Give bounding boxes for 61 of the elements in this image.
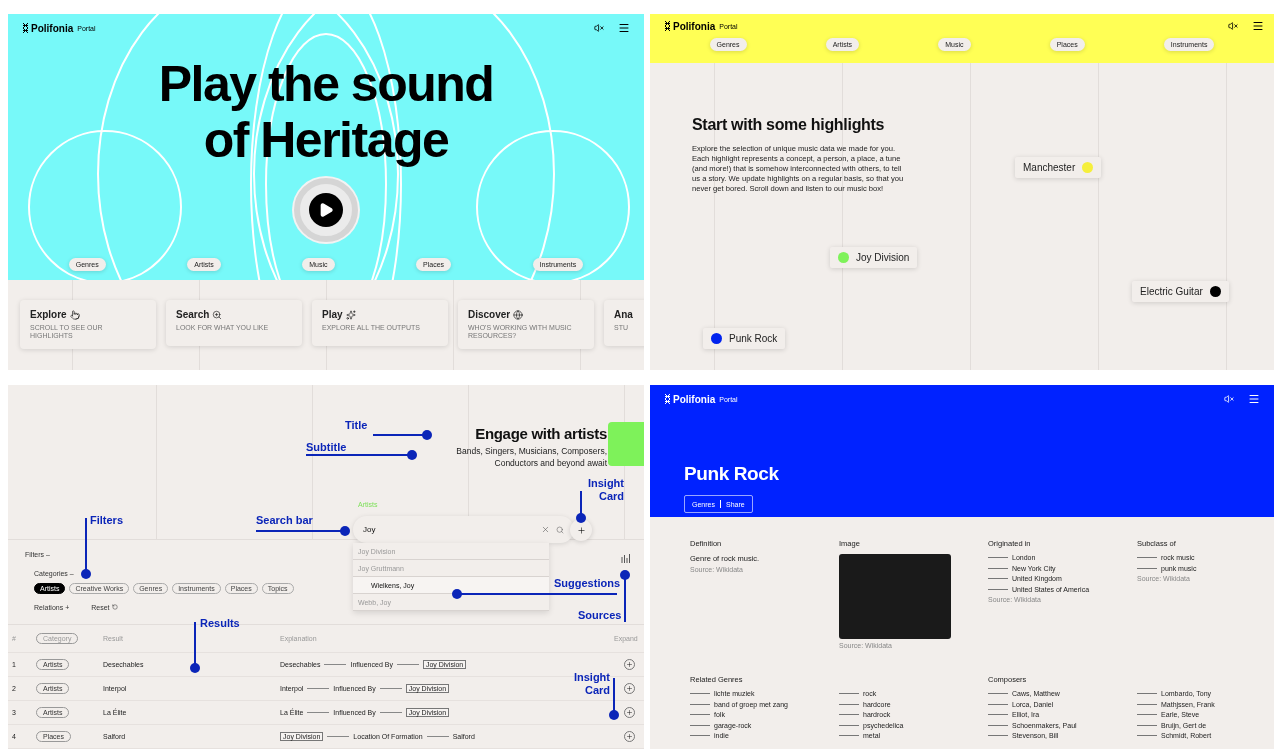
callout-dot (190, 663, 200, 673)
highlight-item[interactable]: Joy Division (830, 247, 918, 268)
section-title: Start with some highlights (692, 116, 886, 134)
menu-icon[interactable] (618, 22, 630, 34)
card-title: Explore (30, 309, 67, 320)
annotation-label: Subtitle (306, 441, 347, 454)
search-icon[interactable] (556, 525, 564, 534)
annotation-label: Search bar (256, 514, 313, 527)
sparkles-icon (345, 309, 356, 320)
card-title: Play (322, 309, 343, 320)
callout-dot (452, 589, 462, 599)
card-title: Discover (468, 309, 511, 320)
plus-icon (625, 661, 633, 668)
hero-headline: Play the sound of Heritage (157, 56, 495, 168)
pointer-icon (69, 309, 80, 320)
mute-icon[interactable] (594, 23, 604, 33)
callout-dot (422, 430, 432, 440)
highlight-item[interactable]: Electric Guitar (1132, 281, 1229, 302)
highlight-item[interactable]: Manchester (1015, 157, 1102, 178)
reset-icon (111, 604, 118, 611)
plus-icon (576, 525, 586, 535)
section-title: Engage with artists (475, 425, 607, 442)
annotation-label: Filters (90, 514, 123, 527)
menu-icon[interactable] (1248, 393, 1260, 405)
logo-icon (22, 23, 29, 33)
add-button[interactable] (570, 519, 592, 541)
mute-icon[interactable] (1228, 21, 1238, 31)
section-subtitle: Bands, Singers, Musicians, Composers, Conductors and beyond await (455, 445, 607, 469)
callout-dot (609, 710, 619, 720)
callout-dot (407, 450, 417, 460)
brand-name[interactable]: Polifonia (673, 393, 716, 405)
play-icon (318, 202, 334, 218)
callout-dot (620, 570, 630, 580)
logo-icon (664, 21, 671, 31)
annotation-label: Suggestions (554, 577, 620, 590)
card-title: Search (176, 309, 210, 320)
annotation-label: Sources (578, 609, 622, 622)
plus-icon (625, 709, 633, 716)
search-input[interactable]: Joy (363, 525, 535, 534)
page-title: Punk Rock (684, 463, 780, 485)
mute-icon[interactable] (1224, 394, 1234, 404)
callout-dot (576, 513, 586, 523)
brand-name[interactable]: Polifonia (31, 22, 74, 34)
play-button[interactable] (294, 178, 358, 242)
callout-dot (81, 569, 91, 579)
zoom-icon (212, 309, 223, 320)
annotation-label: Title (345, 419, 368, 432)
menu-icon[interactable] (1252, 20, 1264, 32)
logo-icon (664, 394, 671, 404)
annotation-label: Results (200, 617, 240, 630)
highlight-item[interactable]: Punk Rock (703, 328, 786, 349)
bars-icon[interactable] (621, 553, 630, 563)
brand-name[interactable]: Polifonia (673, 20, 716, 32)
search-bar[interactable]: Joy (353, 516, 574, 543)
callout-dot (340, 526, 350, 536)
globe-icon (513, 309, 524, 320)
annotation-label: Insight Card (572, 671, 610, 697)
annotation-label: Insight Card (586, 477, 624, 503)
plus-icon (625, 685, 633, 692)
card-title: Ana (614, 309, 633, 320)
plus-icon (625, 733, 633, 740)
